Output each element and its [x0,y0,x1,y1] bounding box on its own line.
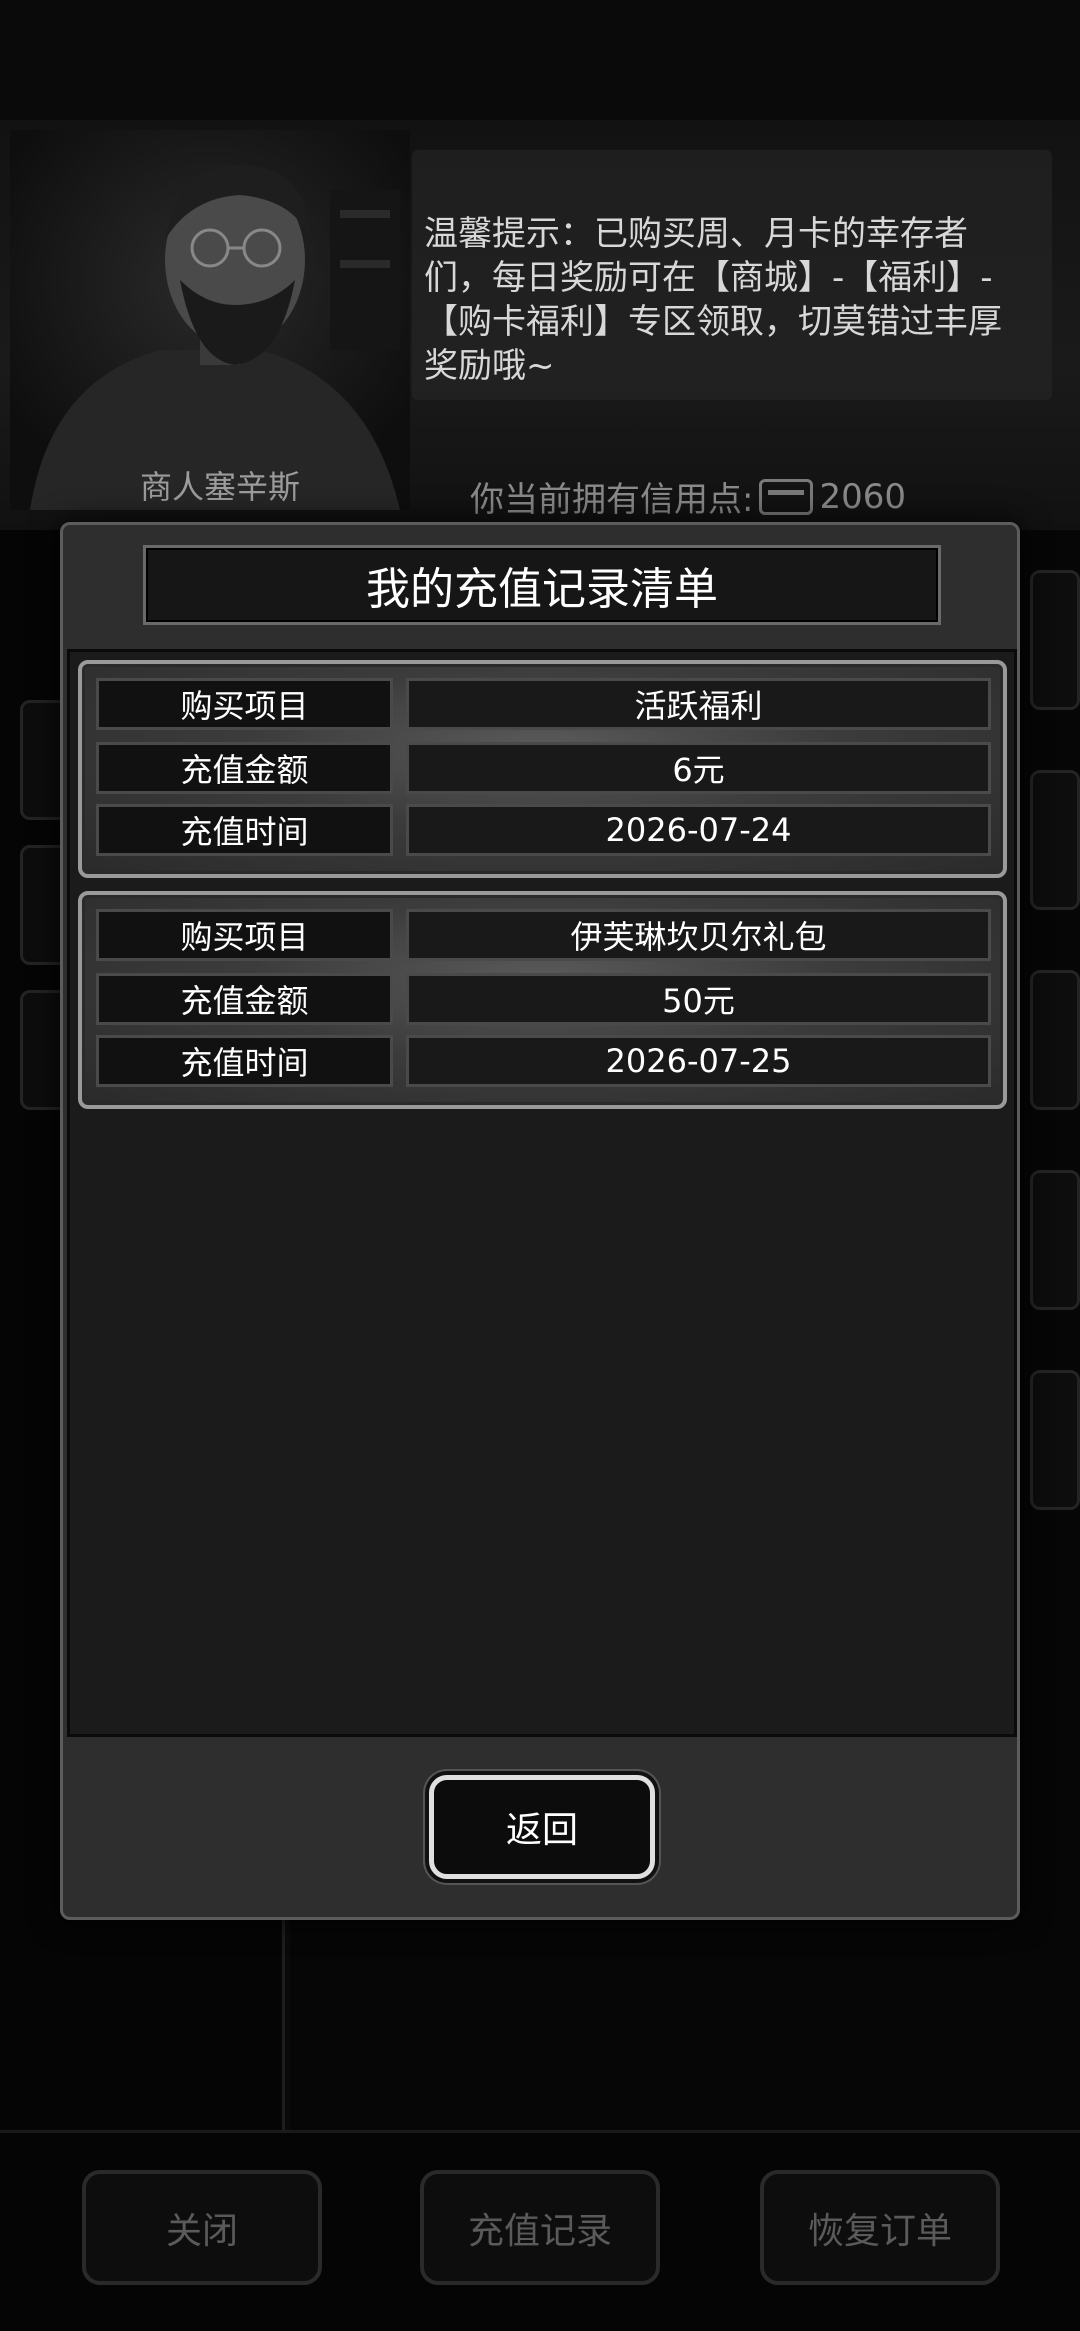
recharge-history-modal: 我的充值记录清单 购买项目 活跃福利 充值金额 6元 充值时间 2026-07-… [60,522,1020,1920]
recharge-history-button[interactable]: 充值记录 [420,2170,660,2285]
merchant-name: 商人塞辛斯 [139,468,300,506]
record-row-time: 充值时间 2026-07-25 [96,1035,991,1087]
record-list[interactable]: 购买项目 活跃福利 充值金额 6元 充值时间 2026-07-24 购买项目 伊… [67,649,1017,1737]
product-slot [1030,970,1080,1110]
amount-value: 50元 [406,973,991,1025]
credits-value: 2060 [819,476,906,517]
amount-label: 充值金额 [96,973,393,1025]
restore-order-button[interactable]: 恢复订单 [760,2170,1000,2285]
record-card: 购买项目 伊芙琳坎贝尔礼包 充值金额 50元 充值时间 2026-07-25 [78,891,1007,1109]
time-label: 充值时间 [96,804,393,856]
credits-label: 你当前拥有信用点: [470,480,754,520]
amount-label: 充值金额 [96,742,393,794]
amount-value: 6元 [406,742,991,794]
product-slot [1030,1170,1080,1310]
back-button[interactable]: 返回 [429,1775,655,1879]
hint-text: 温馨提示：已购买周、月卡的幸存者们，每日奖励可在【商城】-【福利】-【购卡福利】… [424,214,1002,386]
credit-card-icon [759,478,814,515]
item-value: 伊芙琳坎贝尔礼包 [406,909,991,961]
record-row-time: 充值时间 2026-07-24 [96,804,991,856]
product-slot [1030,1370,1080,1510]
merchant-portrait [10,130,410,510]
item-label: 购买项目 [96,678,393,730]
record-row-item: 购买项目 活跃福利 [96,678,991,730]
record-row-amount: 充值金额 50元 [96,973,991,1025]
time-value: 2026-07-24 [406,804,991,856]
record-card: 购买项目 活跃福利 充值金额 6元 充值时间 2026-07-24 [78,660,1007,878]
credits-display: 你当前拥有信用点: 2060 [470,472,906,521]
time-label: 充值时间 [96,1035,393,1087]
record-row-amount: 充值金额 6元 [96,742,991,794]
product-slot [1030,770,1080,910]
item-label: 购买项目 [96,909,393,961]
time-value: 2026-07-25 [406,1035,991,1087]
close-button[interactable]: 关闭 [82,2170,322,2285]
record-row-item: 购买项目 伊芙琳坎贝尔礼包 [96,909,991,961]
modal-title: 我的充值记录清单 [143,545,941,625]
item-value: 活跃福利 [406,678,991,730]
product-slot [1030,570,1080,710]
